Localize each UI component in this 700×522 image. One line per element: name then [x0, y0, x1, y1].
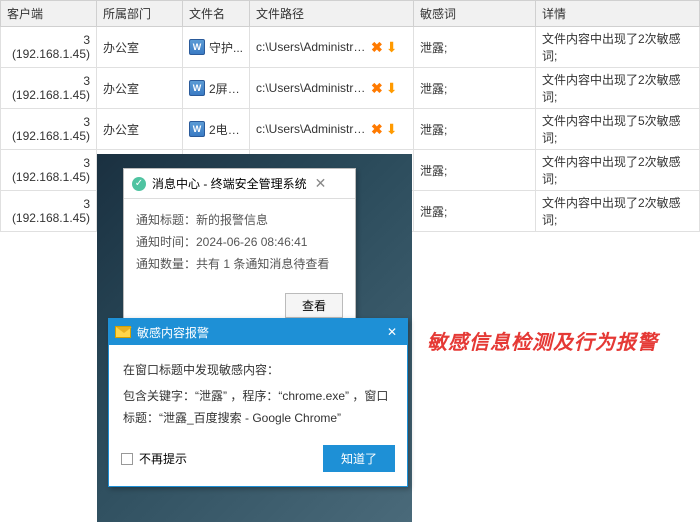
red-caption: 敏感信息检测及行为报警 — [427, 326, 658, 355]
cell-filepath: c:\Users\Administrat...✖⬇ — [250, 68, 414, 109]
delete-icon[interactable]: ✖ — [371, 121, 383, 138]
cell-client: 3 (192.168.1.45) — [1, 191, 97, 232]
cell-client: 3 (192.168.1.45) — [1, 27, 97, 68]
alert-footer: 不再提示 知道了 — [109, 437, 407, 486]
cell-client: 3 (192.168.1.45) — [1, 150, 97, 191]
notif-time-label: 通知时间： — [136, 231, 196, 253]
alert-body: 在窗口标题中发现敏感内容： 包含关键字：“泄露” ，程序：“chrome.exe… — [109, 345, 407, 437]
cell-filepath: c:\Users\Administrat...✖⬇ — [250, 109, 414, 150]
alert-dialog: 敏感内容报警 ✕ 在窗口标题中发现敏感内容： 包含关键字：“泄露” ，程序：“c… — [108, 318, 408, 487]
cell-filename: W2屏幕... — [183, 68, 250, 109]
cell-keyword: 泄露; — [414, 150, 536, 191]
close-icon[interactable]: ✕ — [313, 175, 329, 192]
notif-time-value: 2024-06-26 08:46:41 — [196, 231, 307, 253]
th-dept[interactable]: 所属部门 — [97, 1, 183, 27]
alert-body-line2: 包含关键字：“泄露” ，程序：“chrome.exe” ，窗口标题：“泄露_百度… — [123, 385, 393, 429]
cell-keyword: 泄露; — [414, 68, 536, 109]
cell-detail: 文件内容中出现了2次敏感词; — [536, 150, 700, 191]
view-button[interactable]: 查看 — [285, 293, 343, 318]
doc-icon: W — [189, 121, 205, 137]
noshow-label: 不再提示 — [139, 450, 187, 467]
download-icon[interactable]: ⬇ — [386, 39, 398, 56]
notif-title-label: 通知标题： — [136, 209, 196, 231]
doc-icon: W — [189, 39, 205, 55]
delete-icon[interactable]: ✖ — [371, 80, 383, 97]
table-row[interactable]: 3 (192.168.1.45)办公室W2电脑...c:\Users\Admin… — [1, 109, 700, 150]
cell-client: 3 (192.168.1.45) — [1, 109, 97, 150]
cell-detail: 文件内容中出现了2次敏感词; — [536, 68, 700, 109]
download-icon[interactable]: ⬇ — [386, 121, 398, 138]
delete-icon[interactable]: ✖ — [371, 39, 383, 56]
cell-dept: 办公室 — [97, 109, 183, 150]
th-filepath[interactable]: 文件路径 — [250, 1, 414, 27]
ok-button[interactable]: 知道了 — [323, 445, 395, 472]
notification-body: 通知标题： 新的报警信息 通知时间： 2024-06-26 08:46:41 通… — [124, 199, 355, 285]
noshow-checkbox[interactable] — [121, 453, 133, 465]
table-row[interactable]: 3 (192.168.1.45)办公室W2屏幕...c:\Users\Admin… — [1, 68, 700, 109]
th-detail[interactable]: 详情 — [536, 1, 700, 27]
notification-title: 消息中心 - 终端安全管理系统 — [152, 175, 307, 192]
doc-icon: W — [189, 80, 205, 96]
th-client[interactable]: 客户端 — [1, 1, 97, 27]
alert-header: 敏感内容报警 ✕ — [109, 319, 407, 345]
notif-title-value: 新的报警信息 — [196, 209, 268, 231]
alert-title: 敏感内容报警 — [137, 324, 377, 341]
notif-count-label: 通知数量： — [136, 253, 196, 275]
cell-filename: W守护... — [183, 27, 250, 68]
notification-dialog: ✓ 消息中心 - 终端安全管理系统 ✕ 通知标题： 新的报警信息 通知时间： 2… — [123, 168, 356, 329]
cell-client: 3 (192.168.1.45) — [1, 68, 97, 109]
notification-header: ✓ 消息中心 - 终端安全管理系统 ✕ — [124, 169, 355, 199]
cell-filename: W2电脑... — [183, 109, 250, 150]
close-icon[interactable]: ✕ — [383, 325, 401, 339]
download-icon[interactable]: ⬇ — [386, 80, 398, 97]
notif-count-value: 共有 1 条通知消息待查看 — [196, 253, 329, 275]
envelope-icon — [115, 326, 131, 338]
cell-keyword: 泄露; — [414, 191, 536, 232]
th-filename[interactable]: 文件名 — [183, 1, 250, 27]
cell-keyword: 泄露; — [414, 109, 536, 150]
table-row[interactable]: 3 (192.168.1.45)办公室W守护...c:\Users\Admini… — [1, 27, 700, 68]
alert-body-line1: 在窗口标题中发现敏感内容： — [123, 359, 393, 381]
cell-dept: 办公室 — [97, 27, 183, 68]
cell-detail: 文件内容中出现了2次敏感词; — [536, 27, 700, 68]
cell-filepath: c:\Users\Administrat...✖⬇ — [250, 27, 414, 68]
cell-keyword: 泄露; — [414, 27, 536, 68]
notification-icon: ✓ — [132, 177, 146, 191]
cell-detail: 文件内容中出现了5次敏感词; — [536, 109, 700, 150]
cell-dept: 办公室 — [97, 68, 183, 109]
cell-detail: 文件内容中出现了2次敏感词; — [536, 191, 700, 232]
th-keyword[interactable]: 敏感词 — [414, 1, 536, 27]
